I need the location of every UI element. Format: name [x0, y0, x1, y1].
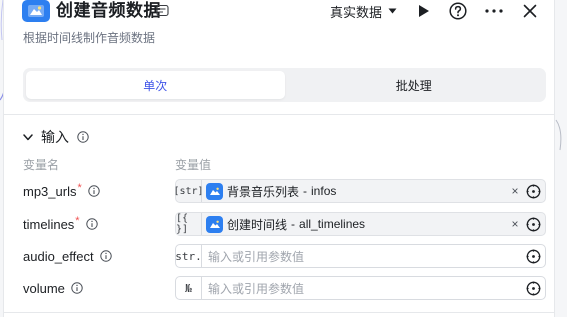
- ref-source: 创建时间线: [227, 217, 288, 232]
- chevron-down-icon[interactable]: [23, 133, 33, 141]
- type-tag: [str]: [173, 180, 204, 202]
- param-label-mp3-urls: mp3_urls *: [23, 181, 100, 201]
- ref-separator: -: [303, 184, 308, 198]
- reference-picker-button[interactable]: [524, 247, 542, 265]
- reference-picker-button[interactable]: [524, 215, 542, 233]
- help-icon: [449, 2, 467, 20]
- section-divider: [4, 312, 554, 313]
- info-icon[interactable]: [77, 131, 89, 143]
- param-label-volume: volume: [23, 278, 83, 298]
- node-icon: [206, 215, 223, 233]
- param-name: mp3_urls: [23, 183, 77, 199]
- section-divider: [4, 114, 554, 115]
- badge-icon[interactable]: [156, 4, 169, 17]
- required-mark: *: [75, 215, 80, 227]
- more-icon: [485, 9, 503, 13]
- page-subtitle: 根据时间线制作音频数据: [23, 31, 156, 45]
- column-header-name: 变量名: [23, 158, 60, 172]
- info-icon[interactable]: [88, 185, 100, 197]
- run-mode-tabs: 单次 批处理: [23, 68, 546, 102]
- info-icon[interactable]: [71, 282, 83, 294]
- type-tag: №: [176, 277, 202, 299]
- ref-field: all_timelines: [299, 217, 366, 231]
- type-tag: [{ }]: [176, 213, 202, 235]
- panel-header: 创建音频数据 真实数据 根据时间线制作音频数据: [4, 0, 554, 56]
- ref-separator: -: [291, 217, 296, 231]
- close-icon: [523, 4, 537, 18]
- tab-single[interactable]: 单次: [26, 71, 285, 99]
- param-label-timelines: timelines *: [23, 214, 98, 234]
- param-label-audio-effect: audio_effect: [23, 246, 112, 266]
- more-button[interactable]: [483, 0, 505, 22]
- target-icon: [526, 281, 540, 295]
- info-icon[interactable]: [99, 250, 112, 262]
- data-mode-select[interactable]: 真实数据: [330, 1, 397, 21]
- param-value-timelines[interactable]: [{ }] 创建时间线 - all_timelines ×: [175, 212, 546, 236]
- node-icon: [206, 182, 223, 200]
- type-tag: str.: [175, 245, 202, 267]
- run-button[interactable]: [413, 0, 435, 22]
- node-config-panel: 创建音频数据 真实数据 根据时间线制作音频数据 单次 批处理 输入 变量名 变量…: [3, 0, 555, 317]
- param-value-mp3-urls[interactable]: [str] 背景音乐列表 - infos ×: [173, 179, 546, 203]
- clear-icon[interactable]: ×: [508, 183, 522, 199]
- page-title: 创建音频数据: [56, 1, 161, 20]
- app-icon: [22, 0, 50, 22]
- target-icon: [526, 184, 540, 198]
- param-name: volume: [23, 280, 65, 296]
- reference-picker-button[interactable]: [524, 279, 542, 297]
- play-icon: [419, 5, 429, 17]
- param-name: audio_effect: [23, 248, 94, 264]
- param-value-volume[interactable]: № 输入或引用参数值: [175, 276, 546, 300]
- caret-down-icon: [388, 8, 397, 14]
- reference-chip[interactable]: 背景音乐列表 - infos: [206, 181, 336, 201]
- clear-icon[interactable]: ×: [508, 216, 522, 232]
- value-input[interactable]: 输入或引用参数值: [208, 280, 304, 297]
- help-button[interactable]: [447, 0, 469, 22]
- tab-batch[interactable]: 批处理: [285, 71, 544, 99]
- required-mark: *: [77, 182, 82, 194]
- param-value-audio-effect[interactable]: str. 输入或引用参数值: [175, 244, 546, 268]
- ref-source: 背景音乐列表: [227, 184, 300, 199]
- ref-field: infos: [311, 184, 337, 198]
- target-icon: [526, 249, 540, 263]
- column-header-value: 变量值: [175, 158, 212, 172]
- reference-chip[interactable]: 创建时间线 - all_timelines: [206, 214, 365, 234]
- close-button[interactable]: [519, 0, 541, 22]
- info-icon[interactable]: [85, 218, 98, 230]
- target-icon: [526, 217, 540, 231]
- input-section-title: 输入: [41, 129, 69, 145]
- input-section-header[interactable]: 输入: [23, 128, 89, 146]
- data-mode-label: 真实数据: [330, 4, 383, 20]
- param-name: timelines: [23, 216, 75, 232]
- reference-picker-button[interactable]: [524, 182, 542, 200]
- value-input[interactable]: 输入或引用参数值: [208, 248, 304, 265]
